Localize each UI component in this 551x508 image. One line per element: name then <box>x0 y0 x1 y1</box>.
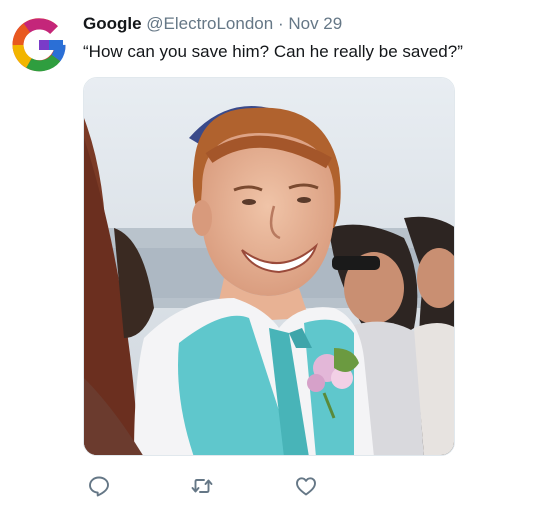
reply-icon <box>89 476 109 497</box>
tweet-text: “How can you save him? Can he really be … <box>83 42 463 61</box>
google-g-logo-icon <box>12 18 66 72</box>
tweet-photo[interactable] <box>83 77 455 456</box>
reply-button[interactable] <box>87 474 111 498</box>
author-handle[interactable]: @ElectroLondon <box>146 14 273 33</box>
tweet-header: Google @ElectroLondon · Nov 29 <box>83 13 342 35</box>
author-name[interactable]: Google <box>83 14 142 33</box>
retweet-icon <box>191 479 213 493</box>
photo-illustration <box>84 78 454 455</box>
heart-icon <box>296 477 316 496</box>
tweet: Google @ElectroLondon · Nov 29 “How can … <box>0 0 551 508</box>
separator-dot: · <box>277 14 284 33</box>
retweet-button[interactable] <box>190 474 214 498</box>
tweet-actions <box>83 474 383 500</box>
like-button[interactable] <box>294 474 318 498</box>
tweet-date[interactable]: Nov 29 <box>288 14 342 33</box>
google-logo-avatar[interactable] <box>8 14 70 76</box>
